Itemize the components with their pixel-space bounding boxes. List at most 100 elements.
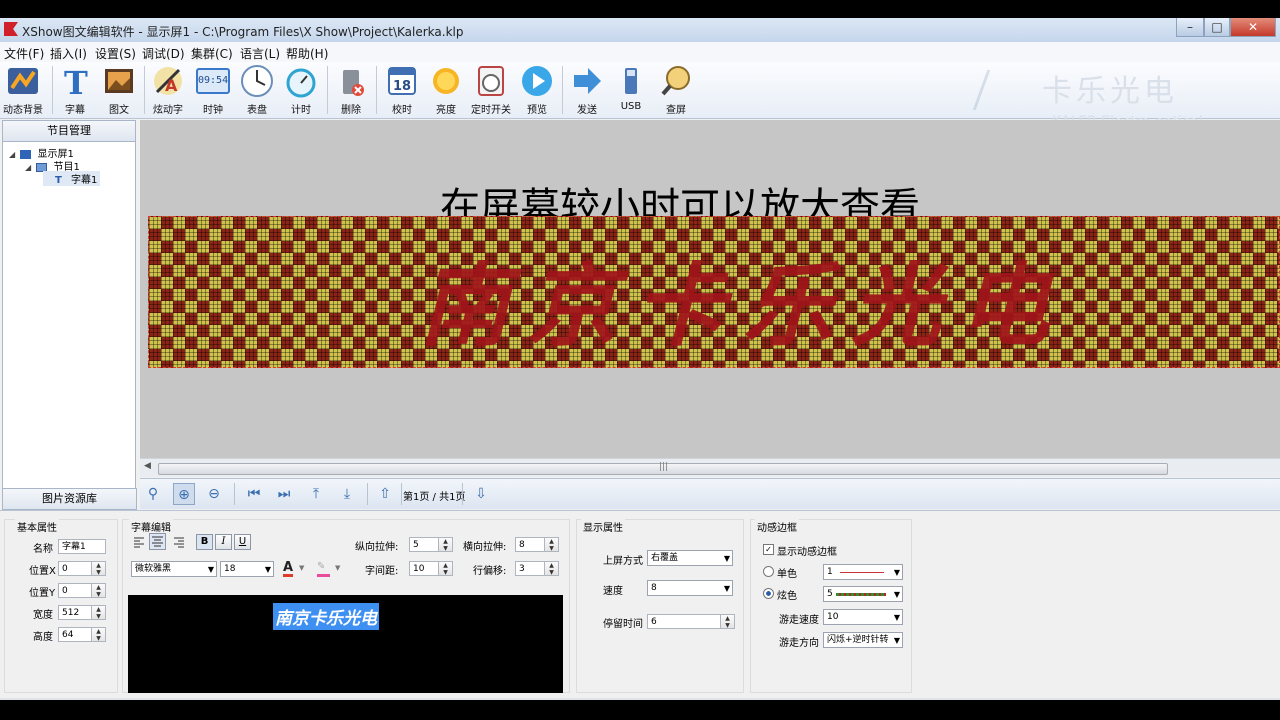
name-input[interactable]: 字幕1 — [58, 539, 106, 554]
single-color-select[interactable]: 1 ▼ — [823, 564, 903, 580]
posx-stepper[interactable]: ▲ ▼ — [92, 561, 106, 576]
align-center-button[interactable] — [149, 533, 166, 550]
toolbar: 动态背景 T 字幕 图文 A 炫动字 09:54 时钟 表盘 计时 删除 18 … — [0, 62, 1280, 130]
char-spacing-input[interactable]: 10 — [409, 561, 439, 576]
colorful-select[interactable]: 5 ▼ — [823, 586, 903, 602]
usb-label: USB — [620, 101, 642, 112]
menu-help[interactable]: 帮助(H) — [286, 45, 328, 62]
send-button[interactable]: 发送 — [565, 64, 609, 116]
image-text-button[interactable]: 图文 — [97, 64, 141, 116]
chevron-down-icon: ▼ — [893, 613, 900, 622]
chevron-down-icon: ▼ — [893, 636, 900, 645]
align-right-icon[interactable] — [173, 536, 185, 548]
chevron-down-icon[interactable]: ▼ — [299, 564, 304, 572]
zoom-out-icon[interactable]: ⊖ — [203, 483, 225, 505]
bold-button[interactable]: B — [196, 534, 213, 550]
font-color-icon[interactable]: A — [283, 561, 294, 577]
line-offset-input[interactable]: 3 — [515, 561, 545, 576]
horizontal-scrollbar[interactable]: ◀ ||| — [140, 458, 1280, 477]
speed-select[interactable]: 8 ▼ — [647, 580, 733, 596]
move-bottom-icon[interactable]: ⤓ — [336, 483, 358, 505]
single-color-radio[interactable] — [763, 566, 774, 577]
move-up-icon[interactable]: ⇧ — [374, 483, 396, 505]
check-screen-button[interactable]: 查屏 — [654, 64, 698, 116]
menu-insert[interactable]: 插入(I) — [50, 45, 87, 62]
menu-cluster[interactable]: 集群(C) — [191, 45, 233, 62]
fancy-text-button[interactable]: A 炫动字 — [146, 64, 190, 116]
align-left-icon[interactable] — [133, 536, 145, 548]
height-stepper[interactable]: ▲ ▼ — [92, 627, 106, 642]
posy-input[interactable]: 0 — [58, 583, 92, 598]
height-input[interactable]: 64 — [58, 627, 92, 642]
posy-stepper[interactable]: ▲ ▼ — [92, 583, 106, 598]
move-top-icon[interactable]: ⤒ — [305, 483, 327, 505]
timer-label: 计时 — [291, 105, 311, 116]
subtitle-button[interactable]: T 字幕 — [53, 64, 97, 116]
menu-file[interactable]: 文件(F) — [4, 45, 44, 62]
char-spacing-stepper[interactable]: ▲ ▼ — [439, 561, 453, 576]
chevron-down-icon: ▼ — [207, 565, 214, 574]
chevron-down-icon: ▼ — [723, 554, 730, 563]
preview-button[interactable]: 预览 — [515, 64, 559, 116]
timer-button[interactable]: 计时 — [279, 64, 323, 116]
delete-button[interactable]: 删除 — [329, 64, 373, 116]
last-page-icon[interactable]: ⏭ — [273, 483, 295, 505]
stay-time-input[interactable]: 6 — [647, 614, 721, 629]
text-edit-preview[interactable]: 南京卡乐光电 — [128, 595, 563, 693]
zoom-in-icon[interactable]: ⊕ — [173, 483, 195, 505]
horizontal-stretch-input[interactable]: 8 — [515, 537, 545, 552]
power-timer-button[interactable]: 定时开关 — [469, 64, 513, 116]
maximize-button[interactable]: □ — [1204, 18, 1230, 37]
font-size-select[interactable]: 18 ▼ — [220, 561, 274, 577]
image-resource-tab[interactable]: 图片资源库 — [2, 488, 137, 510]
stay-time-stepper[interactable]: ▲ ▼ — [721, 614, 735, 629]
menu-settings[interactable]: 设置(S) — [95, 45, 136, 62]
chevron-down-icon: ▼ — [723, 584, 730, 593]
preview-selected-text[interactable]: 南京卡乐光电 — [273, 603, 379, 630]
power-timer-label: 定时开关 — [471, 105, 511, 116]
underline-button[interactable]: U — [234, 534, 251, 550]
dial-button[interactable]: 表盘 — [235, 64, 279, 116]
line-offset-stepper[interactable]: ▲ ▼ — [545, 561, 559, 576]
window-title: XShow图文编辑软件 - 显示屏1 - C:\Program Files\X … — [22, 25, 464, 39]
font-select[interactable]: 微软雅黑 ▼ — [131, 561, 217, 577]
chevron-down-icon: ▼ — [264, 565, 271, 574]
nav-separator — [234, 483, 235, 505]
sun-icon — [429, 64, 463, 98]
width-input[interactable]: 512 — [58, 605, 92, 620]
calibrate-time-button[interactable]: 18 校时 — [380, 64, 424, 116]
width-stepper[interactable]: ▲ ▼ — [92, 605, 106, 620]
program-manager-panel: 节目管理 ◢ 显示屏1 ◢ 节目1 T 字幕1 — [2, 120, 136, 492]
walk-speed-select[interactable]: 10 ▼ — [823, 609, 903, 625]
show-mode-select[interactable]: 右覆盖 ▼ — [647, 550, 733, 566]
collapse-icon[interactable]: ◢ — [9, 150, 15, 159]
clock-button[interactable]: 09:54 时钟 — [191, 64, 235, 116]
background-color-icon[interactable]: ✎ — [317, 561, 330, 577]
first-page-icon[interactable]: ⏮ — [243, 483, 265, 505]
horizontal-stretch-stepper[interactable]: ▲ ▼ — [545, 537, 559, 552]
vertical-stretch-stepper[interactable]: ▲ ▼ — [439, 537, 453, 552]
scrollbar-thumb[interactable]: ||| — [158, 462, 1168, 475]
posx-input[interactable]: 0 — [58, 561, 92, 576]
tree-item-subtitle[interactable]: T 字幕1 — [43, 171, 101, 186]
collapse-icon[interactable]: ◢ — [25, 163, 31, 172]
vertical-stretch-input[interactable]: 5 — [409, 537, 439, 552]
toolbar-separator — [376, 66, 377, 114]
walk-direction-select[interactable]: 闪烁+逆时针转 ▼ — [823, 632, 903, 648]
dynamic-background-button[interactable]: 动态背景 — [1, 64, 45, 116]
show-border-checkbox[interactable]: ✓ — [763, 544, 774, 555]
brightness-button[interactable]: 亮度 — [424, 64, 468, 116]
close-button[interactable]: ✕ — [1230, 18, 1276, 37]
menu-language[interactable]: 语言(L) — [240, 45, 280, 62]
minimize-button[interactable]: – — [1176, 18, 1204, 37]
menu-debug[interactable]: 调试(D) — [142, 45, 185, 62]
led-display-preview[interactable]: 南京卡乐光电 — [148, 216, 1280, 368]
scroll-left-arrow-icon[interactable]: ◀ — [144, 461, 151, 471]
colorful-radio[interactable] — [763, 588, 774, 599]
zoom-icon[interactable]: ⚲ — [142, 483, 164, 505]
editor-canvas[interactable]: 在屏幕较小时可以放大查看 南京卡乐光电 — [140, 120, 1280, 458]
move-down-icon[interactable]: ⇩ — [470, 483, 492, 505]
chevron-down-icon[interactable]: ▼ — [335, 564, 340, 572]
usb-button[interactable]: USB — [609, 64, 653, 116]
italic-button[interactable]: I — [215, 534, 232, 550]
